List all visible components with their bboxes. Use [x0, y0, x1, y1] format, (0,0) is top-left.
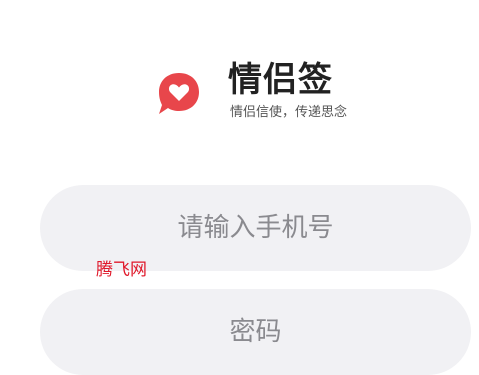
- password-input[interactable]: [40, 289, 471, 375]
- watermark-text: 腾飞网: [96, 260, 147, 280]
- app-slogan: 情侣信使，传递思念: [230, 105, 348, 120]
- app-name: 情侣签: [228, 60, 333, 100]
- heart-chat-bubble-icon: [159, 73, 199, 114]
